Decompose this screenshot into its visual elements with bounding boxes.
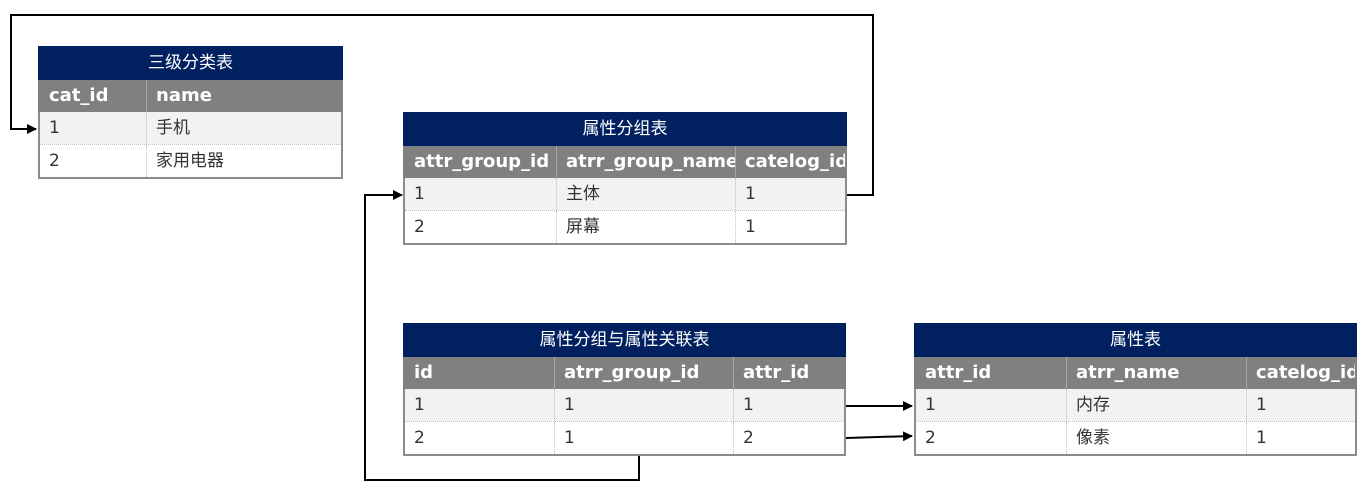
table-row: 2 1 2	[405, 421, 844, 454]
table-header-row: attr_group_id atrr_group_name catelog_id	[403, 146, 847, 178]
table-cell: 2	[414, 217, 425, 237]
column-header: attr_id	[733, 357, 844, 389]
column-header: catelog_id	[735, 146, 845, 178]
table-cell: 1	[554, 422, 733, 454]
table-row: 1 主体 1	[405, 178, 845, 210]
table-cell: 2	[925, 428, 936, 448]
table-cell: 像素	[1066, 422, 1246, 454]
column-header: atrr_group_name	[556, 146, 735, 178]
table-row: 1 内存 1	[916, 389, 1355, 421]
table-header-row: cat_id name	[38, 80, 343, 112]
table-row: 2 像素 1	[916, 421, 1355, 454]
attr-table: 属性表 attr_id atrr_name catelog_id 1 内存 1 …	[914, 323, 1357, 456]
column-header: name	[146, 80, 341, 112]
column-header: attr_id	[925, 362, 992, 383]
table-row: 2 屏幕 1	[405, 210, 845, 243]
table-row: 1 手机	[40, 112, 341, 144]
connector-relation-row2-to-attr	[845, 431, 913, 442]
table-cell: 内存	[1066, 389, 1246, 421]
table-cell: 1	[925, 395, 936, 415]
table-cell: 家用电器	[146, 145, 341, 177]
table-cell: 2	[49, 151, 60, 171]
column-header: id	[414, 362, 434, 383]
column-header: cat_id	[49, 85, 109, 106]
table-title: 属性表	[914, 323, 1357, 357]
table-title: 属性分组与属性关联表	[403, 323, 846, 357]
table-cell: 手机	[146, 112, 341, 144]
table-cell: 1	[735, 211, 845, 243]
category-table: 三级分类表 cat_id name 1 手机 2 家用电器	[38, 46, 343, 179]
table-cell: 2	[414, 428, 425, 448]
table-cell: 1	[49, 118, 60, 138]
table-cell: 1	[414, 184, 425, 204]
column-header: attr_group_id	[414, 151, 550, 172]
table-cell: 1	[414, 395, 425, 415]
relation-table: 属性分组与属性关联表 id atrr_group_id attr_id 1 1 …	[403, 323, 846, 456]
table-cell: 屏幕	[556, 211, 735, 243]
column-header: atrr_group_id	[554, 357, 733, 389]
attr-group-table: 属性分组表 attr_group_id atrr_group_name cate…	[403, 112, 847, 245]
table-header-row: id atrr_group_id attr_id	[403, 357, 846, 389]
table-row: 2 家用电器	[40, 144, 341, 177]
table-cell: 1	[1246, 422, 1355, 454]
table-cell: 1	[554, 389, 733, 421]
table-cell: 1	[1246, 389, 1355, 421]
table-row: 1 1 1	[405, 389, 844, 421]
table-cell: 2	[733, 422, 844, 454]
column-header: catelog_id	[1246, 357, 1355, 389]
table-cell: 1	[735, 178, 845, 210]
table-title: 三级分类表	[38, 46, 343, 80]
table-header-row: attr_id atrr_name catelog_id	[914, 357, 1357, 389]
table-title: 属性分组表	[403, 112, 847, 146]
table-cell: 主体	[556, 178, 735, 210]
column-header: atrr_name	[1066, 357, 1246, 389]
table-cell: 1	[733, 389, 844, 421]
